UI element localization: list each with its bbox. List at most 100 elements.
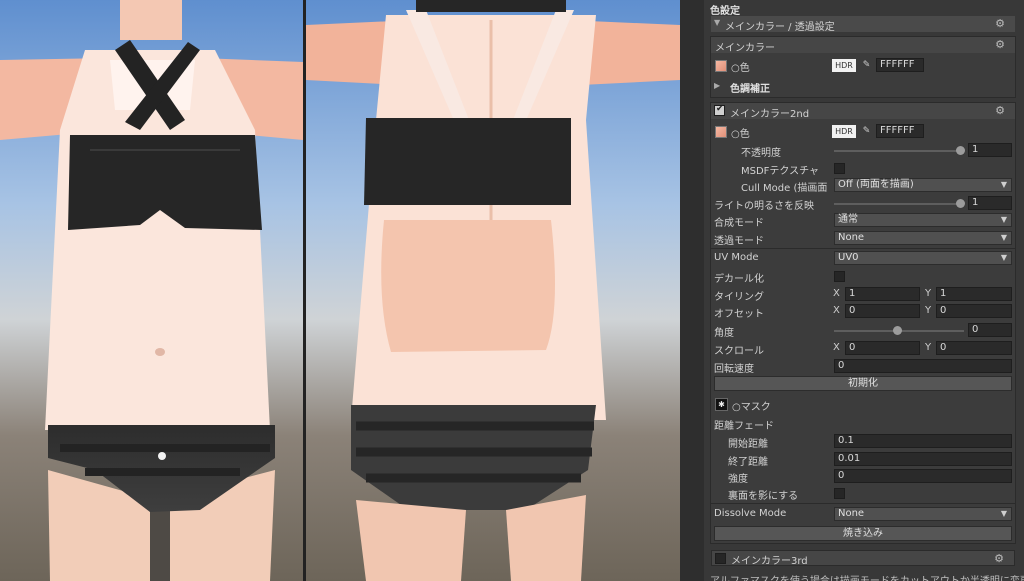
opacity-field[interactable]: 1 [968, 143, 1012, 157]
opacity-slider-handle[interactable] [956, 146, 965, 155]
fade-end-field[interactable]: 0.01 [834, 452, 1012, 466]
blend-row: 合成モード 通常 ▼ [704, 212, 1024, 229]
hex-field[interactable]: FFFFFF [876, 58, 924, 72]
reset-button[interactable]: 初期化 [714, 376, 1012, 391]
foldout-arrow-icon: ▶ [714, 81, 721, 90]
fade-end-label: 終了距離 [728, 457, 768, 468]
fade-start-row: 開始距離 0.1 [704, 433, 1024, 450]
main-color3-header: メインカラー3rd ⚙ [711, 550, 1015, 567]
chevron-down-icon: ▼ [1000, 233, 1007, 242]
bake-button[interactable]: 焼き込み [714, 526, 1012, 541]
light-field[interactable]: 1 [968, 196, 1012, 210]
back-model-render [306, 0, 680, 581]
y-label: Y [925, 342, 932, 353]
divider [711, 248, 1015, 249]
dissolve-dropdown[interactable]: None ▼ [834, 507, 1012, 521]
foldout-label: メインカラー / 透過設定 [725, 22, 835, 33]
chevron-down-icon: ▼ [1000, 180, 1007, 189]
x-label: X [833, 288, 840, 299]
decal-row: デカール化 [704, 268, 1024, 285]
main-color3-toggle[interactable] [715, 553, 726, 564]
angle-field[interactable]: 0 [968, 323, 1012, 337]
offset-y-field[interactable]: 0 [936, 304, 1012, 318]
viewport-back[interactable] [306, 0, 680, 581]
msdf-checkbox[interactable] [834, 163, 845, 174]
eyedropper-icon[interactable]: ✎ [861, 59, 872, 72]
divider [711, 503, 1015, 504]
scroll-x-field[interactable]: 0 [845, 341, 920, 355]
footer-row: アルファマスクを使う場合は描画モードをカットアウトか半透明に変更する [704, 571, 1024, 581]
uv-row: UV Mode UV0 ▼ [704, 250, 1024, 267]
scroll-y-field[interactable]: 0 [936, 341, 1012, 355]
fade-start-field[interactable]: 0.1 [834, 434, 1012, 448]
gear-icon[interactable]: ⚙ [995, 104, 1005, 117]
dissolve-value: None [838, 508, 865, 519]
texture-thumbnail[interactable] [715, 126, 727, 138]
section-title: 色設定 [710, 6, 740, 17]
cull-dropdown[interactable]: Off (両面を描画) ▼ [834, 178, 1012, 192]
foldout-main-transparency[interactable]: ▼ メインカラー / 透過設定 ⚙ [711, 16, 1015, 33]
mask-row: ✱ ○マスク [704, 396, 1024, 413]
alpha-dropdown[interactable]: None ▼ [834, 231, 1012, 245]
tiling-y-field[interactable]: 1 [936, 287, 1012, 301]
msdf-row: MSDFテクスチャ [704, 160, 1024, 177]
strength-field[interactable]: 0 [834, 469, 1012, 483]
opacity-label: 不透明度 [741, 148, 781, 159]
inspector-panel: 色設定 ▼ メインカラー / 透過設定 ⚙ メインカラー ⚙ ○色 HDR ✎ … [704, 0, 1024, 581]
blend-label: 合成モード [714, 218, 764, 229]
alpha-label: 透過モード [714, 236, 764, 247]
cull-value: Off (両面を描画) [838, 179, 914, 190]
angle-slider-handle[interactable] [893, 326, 902, 335]
main-color2-header: メインカラー2nd ⚙ [711, 103, 1015, 120]
front-model-render [0, 0, 303, 581]
gear-icon[interactable]: ⚙ [994, 552, 1004, 565]
angle-label: 角度 [714, 328, 734, 339]
texture-thumbnail[interactable] [715, 60, 727, 72]
light-slider-track[interactable] [834, 203, 964, 205]
color-label: ○色 [731, 129, 750, 140]
scroll-label: スクロール [714, 346, 764, 357]
main-color-title: メインカラー [715, 43, 775, 54]
main-color-row: ○色 HDR ✎ FFFFFF [704, 57, 1024, 74]
color-adjust-row[interactable]: ▶ 色調補正 [704, 78, 1024, 95]
x-label: X [833, 305, 840, 316]
uv-dropdown[interactable]: UV0 ▼ [834, 251, 1012, 265]
footer-note: アルファマスクを使う場合は描画モードをカットアウトか半透明に変更する [710, 572, 1024, 581]
viewport-front[interactable] [0, 0, 303, 581]
eyedropper-icon[interactable]: ✎ [861, 125, 872, 138]
y-label: Y [925, 288, 932, 299]
main-color2-toggle[interactable] [714, 104, 725, 116]
light-slider-handle[interactable] [956, 199, 965, 208]
hdr-color-field[interactable]: HDR [832, 125, 856, 138]
gear-icon[interactable]: ⚙ [995, 38, 1005, 51]
opacity-slider-track[interactable] [834, 150, 964, 152]
backface-label: 裏面を影にする [728, 491, 799, 502]
y-label: Y [925, 305, 932, 316]
blend-value: 通常 [838, 214, 858, 225]
color-label: ○色 [731, 63, 750, 74]
uv-value: UV0 [838, 252, 859, 263]
decal-checkbox[interactable] [834, 271, 845, 282]
alpha-row: 透過モード None ▼ [704, 230, 1024, 247]
chevron-down-icon: ▼ [1000, 253, 1007, 262]
offset-x-field[interactable]: 0 [845, 304, 920, 318]
rotate-field[interactable]: 0 [834, 359, 1012, 373]
main-color-header: メインカラー ⚙ [711, 37, 1015, 54]
x-label: X [833, 342, 840, 353]
hex-field[interactable]: FFFFFF [876, 124, 924, 138]
section-title-row: 色設定 [704, 0, 1024, 17]
gear-icon[interactable]: ⚙ [995, 17, 1005, 30]
blend-dropdown[interactable]: 通常 ▼ [834, 213, 1012, 227]
color-adjust-foldout[interactable]: 色調補正 [730, 80, 770, 95]
strength-row: 強度 0 [704, 468, 1024, 485]
light-label: ライトの明るさを反映 [714, 201, 814, 212]
backface-checkbox[interactable] [834, 488, 845, 499]
fade-end-row: 終了距離 0.01 [704, 451, 1024, 468]
hdr-color-field[interactable]: HDR [832, 59, 856, 72]
scroll-row: スクロール X 0 Y 0 [704, 340, 1024, 357]
mask-texture-slot[interactable]: ✱ [715, 398, 728, 411]
tiling-x-field[interactable]: 1 [845, 287, 920, 301]
chevron-down-icon: ▼ [1000, 215, 1007, 224]
uv-label: UV Mode [714, 252, 759, 263]
dissolve-row: Dissolve Mode None ▼ [704, 506, 1024, 523]
